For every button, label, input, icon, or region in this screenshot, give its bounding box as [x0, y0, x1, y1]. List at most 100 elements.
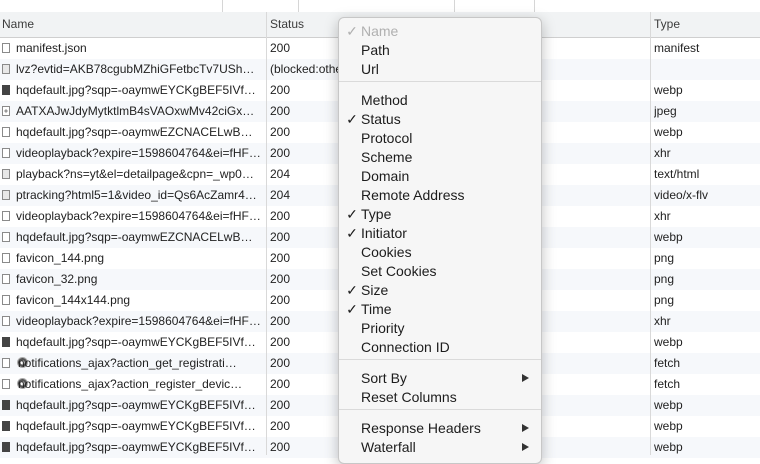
menu-item-set-cookies[interactable]: Set Cookies — [339, 262, 541, 281]
request-name-cell[interactable]: notifications_ajax?action_get_registrati… — [0, 353, 266, 374]
menu-item-time[interactable]: ✓ Time — [339, 300, 541, 319]
request-name-cell[interactable]: hqdefault.jpg?sqp=-oaymwEYCKgBEF5IVf… — [0, 80, 266, 101]
request-status: 200 — [270, 377, 291, 391]
strip-divider — [454, 0, 455, 12]
menu-item-priority[interactable]: Priority — [339, 319, 541, 338]
request-status: 204 — [270, 167, 291, 181]
request-type: webp — [654, 230, 683, 244]
request-status: (blocked:othe — [270, 62, 340, 76]
menu-item-label: Type — [361, 206, 392, 222]
request-status: 200 — [270, 41, 291, 55]
menu-item-label: Set Cookies — [361, 263, 437, 279]
menu-separator — [339, 409, 541, 410]
request-type: webp — [654, 398, 683, 412]
menu-item-label: Domain — [361, 168, 410, 184]
request-status: 200 — [270, 335, 291, 349]
request-name: favicon_144.png — [16, 251, 105, 265]
request-name: favicon_32.png — [16, 272, 98, 286]
request-name-cell[interactable]: lvz?evtid=AKB78cgubMZhiGFetbcTv7USh… — [0, 59, 266, 80]
request-status: 200 — [270, 356, 291, 370]
request-name: hqdefault.jpg?sqp=-oaymwEYCKgBEF5IVf… — [16, 335, 256, 349]
menu-item-response-headers[interactable]: Response Headers — [339, 419, 541, 438]
request-name-cell[interactable]: videoplayback?expire=1598604764&ei=fHF… — [0, 311, 266, 332]
request-name: manifest.json — [16, 41, 87, 55]
request-status: 200 — [270, 209, 291, 223]
menu-item-reset-columns[interactable]: Reset Columns — [339, 388, 541, 407]
request-name-cell[interactable]: favicon_144x144.png — [0, 290, 266, 311]
menu-item-url[interactable]: Url — [339, 60, 541, 79]
request-name: hqdefault.jpg?sqp=-oaymwEZCNACELwB… — [16, 125, 253, 139]
request-type: jpeg — [654, 104, 677, 118]
request-status: 200 — [270, 314, 291, 328]
request-name: hqdefault.jpg?sqp=-oaymwEYCKgBEF5IVf… — [16, 419, 256, 433]
menu-item-size[interactable]: ✓ Size — [339, 281, 541, 300]
menu-item-cookies[interactable]: Cookies — [339, 243, 541, 262]
column-header-name[interactable]: Name — [0, 12, 266, 37]
request-name: lvz?evtid=AKB78cgubMZhiGFetbcTv7USh… — [16, 62, 255, 76]
menu-item-label: Cookies — [361, 244, 412, 260]
request-name-cell[interactable]: ptracking?html5=1&video_id=Qs6AcZamr4… — [0, 185, 266, 206]
column-context-menu: ✓ Name Path Url Method ✓ Status Protocol Scheme D… — [338, 17, 542, 464]
menu-item-scheme[interactable]: Scheme — [339, 148, 541, 167]
column-header-type[interactable]: Type — [652, 12, 752, 37]
menu-separator — [339, 81, 541, 82]
request-status: 200 — [270, 230, 291, 244]
menu-item-status[interactable]: ✓ Status — [339, 110, 541, 129]
menu-item-label: Response Headers — [361, 420, 481, 436]
menu-item-method[interactable]: Method — [339, 91, 541, 110]
request-type: webp — [654, 83, 683, 97]
request-name-cell[interactable]: hqdefault.jpg?sqp=-oaymwEZCNACELwB… — [0, 122, 266, 143]
request-name-cell[interactable]: playback?ns=yt&el=detailpage&cpn=_wp0… — [0, 164, 266, 185]
request-type: video/x-flv — [654, 188, 709, 202]
menu-item-label: Protocol — [361, 130, 413, 146]
checkmark-icon: ✓ — [346, 225, 358, 241]
request-type: webp — [654, 125, 683, 139]
request-type: manifest — [654, 41, 700, 55]
menu-item-label: Status — [361, 111, 401, 127]
menu-item-sort-by[interactable]: Sort By — [339, 369, 541, 388]
request-name: favicon_144x144.png — [16, 293, 131, 307]
request-status: 200 — [270, 419, 291, 433]
request-name: videoplayback?expire=1598604764&ei=fHF… — [16, 146, 261, 160]
column-header-status[interactable]: Status — [268, 12, 348, 37]
request-name-cell[interactable]: hqdefault.jpg?sqp=-oaymwEYCKgBEF5IVf… — [0, 416, 266, 437]
column-divider[interactable] — [650, 12, 651, 455]
checkmark-icon: ✓ — [346, 23, 358, 39]
request-name-cell[interactable]: favicon_144.png — [0, 248, 266, 269]
request-name-cell[interactable]: hqdefault.jpg?sqp=-oaymwEZCNACELwB… — [0, 227, 266, 248]
menu-item-initiator[interactable]: ✓ Initiator — [339, 224, 541, 243]
request-type: png — [654, 272, 675, 286]
menu-item-label: Path — [361, 42, 390, 58]
menu-item-label: Scheme — [361, 149, 413, 165]
menu-item-name: ✓ Name — [339, 22, 541, 41]
request-name-cell[interactable]: manifest.json — [0, 38, 266, 59]
request-name-cell[interactable]: favicon_32.png — [0, 269, 266, 290]
menu-item-remote-address[interactable]: Remote Address — [339, 186, 541, 205]
checkmark-icon: ✓ — [346, 111, 358, 127]
request-name-cell[interactable]: videoplayback?expire=1598604764&ei=fHF… — [0, 206, 266, 227]
request-type: xhr — [654, 209, 671, 223]
checkmark-icon: ✓ — [346, 206, 358, 222]
menu-item-type[interactable]: ✓ Type — [339, 205, 541, 224]
menu-item-protocol[interactable]: Protocol — [339, 129, 541, 148]
request-name-cell[interactable]: videoplayback?expire=1598604764&ei=fHF… — [0, 143, 266, 164]
request-status: 200 — [270, 272, 291, 286]
request-type: png — [654, 251, 675, 265]
menu-item-path[interactable]: Path — [339, 41, 541, 60]
request-name: notifications_ajax?action_register_devic… — [18, 377, 243, 391]
request-type: fetch — [654, 377, 681, 391]
request-name-cell[interactable]: hqdefault.jpg?sqp=-oaymwEYCKgBEF5IVf… — [0, 332, 266, 353]
menu-item-connection-id[interactable]: Connection ID — [339, 338, 541, 357]
menu-item-waterfall[interactable]: Waterfall — [339, 438, 541, 457]
column-divider[interactable] — [266, 12, 267, 455]
request-name: videoplayback?expire=1598604764&ei=fHF… — [16, 314, 261, 328]
request-name-cell[interactable]: AATXAJwJdyMytktlmB4sVAOxwMv42ciGx… — [0, 101, 266, 122]
request-name: hqdefault.jpg?sqp=-oaymwEZCNACELwB… — [16, 230, 253, 244]
request-status: 200 — [270, 83, 291, 97]
request-name-cell[interactable]: hqdefault.jpg?sqp=-oaymwEYCKgBEF5IVf… — [0, 395, 266, 416]
menu-item-label: Waterfall — [361, 439, 416, 455]
menu-item-domain[interactable]: Domain — [339, 167, 541, 186]
menu-item-label: Reset Columns — [361, 389, 457, 405]
request-name-cell[interactable]: notifications_ajax?action_register_devic… — [0, 374, 266, 395]
request-type: png — [654, 293, 675, 307]
